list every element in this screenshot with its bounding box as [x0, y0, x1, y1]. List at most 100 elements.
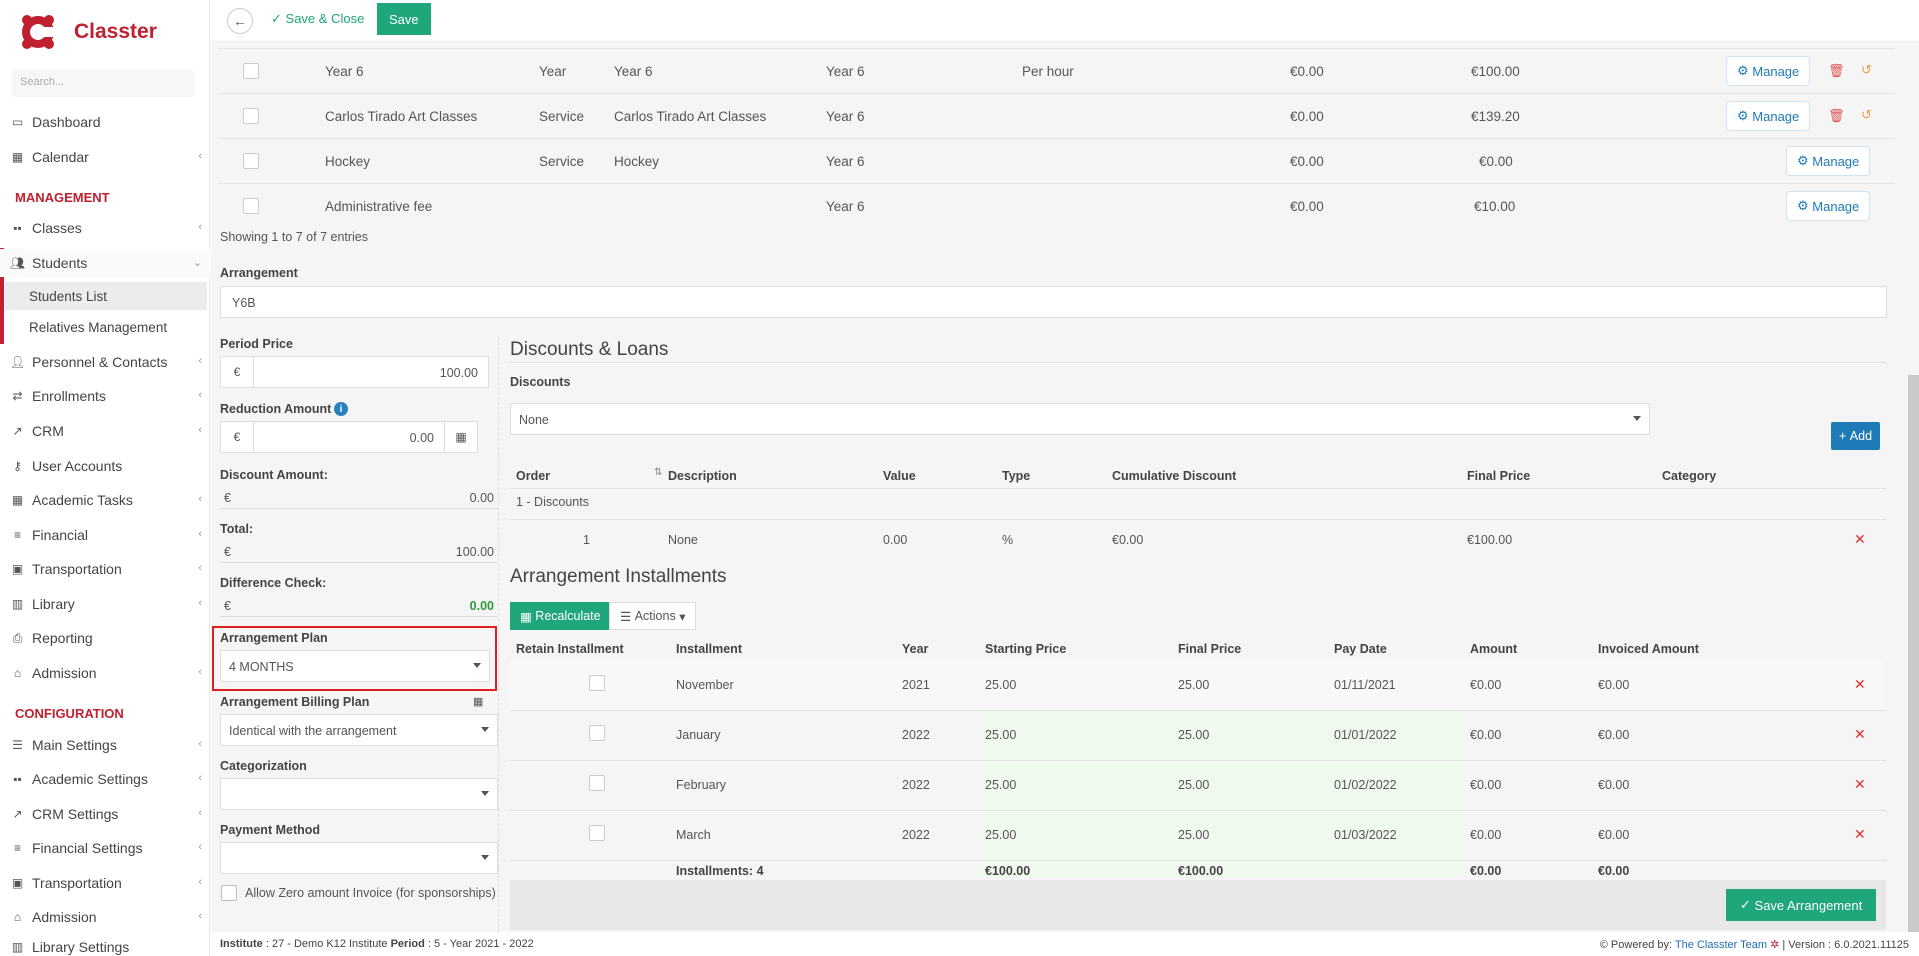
- installment-starting-price[interactable]: 25.00: [985, 728, 1016, 742]
- installment-final-price[interactable]: 25.00: [1178, 678, 1209, 692]
- installment-final-price[interactable]: 25.00: [1178, 778, 1209, 792]
- sidebar-item-library[interactable]: ▥ Library ‹: [0, 590, 210, 618]
- sidebar-item-transportation[interactable]: ▣ Transportation ‹: [0, 555, 210, 583]
- installment-pay-date[interactable]: 01/02/2022: [1334, 778, 1397, 792]
- sidebar-item-crm-settings[interactable]: ↗ CRM Settings ‹: [0, 800, 210, 828]
- undo-icon[interactable]: ↺: [1861, 62, 1872, 78]
- scrollbar[interactable]: [1908, 375, 1919, 956]
- remove-installment-icon[interactable]: ✕: [1854, 676, 1866, 693]
- manage-button[interactable]: ⚙ Manage: [1726, 56, 1811, 86]
- sidebar-item-user-accounts[interactable]: ⚷ User Accounts: [0, 452, 210, 480]
- col-type[interactable]: Type: [1002, 469, 1030, 483]
- calculator-icon[interactable]: ▦: [473, 695, 483, 708]
- installment-final-price[interactable]: 25.00: [1178, 728, 1209, 742]
- col-category[interactable]: Category: [1662, 469, 1716, 483]
- installment-final-price[interactable]: 25.00: [1178, 828, 1209, 842]
- sidebar-item-admission[interactable]: ⌂ Admission ‹: [0, 659, 210, 687]
- sidebar-item-main-settings[interactable]: ☰ Main Settings ‹: [0, 731, 210, 759]
- col-final-price[interactable]: Final Price: [1467, 469, 1530, 483]
- remove-discount-icon[interactable]: ✕: [1854, 531, 1866, 548]
- installment-amount: €0.00: [1470, 778, 1502, 792]
- sidebar-item-transportation-settings[interactable]: ▣ Transportation ‹: [0, 869, 210, 897]
- col-value[interactable]: Value: [883, 469, 916, 483]
- sidebar-item-enrollments[interactable]: ⇄ Enrollments ‹: [0, 382, 210, 410]
- recalculate-button[interactable]: ▦ Recalculate: [510, 602, 611, 630]
- arrangement-plan-select[interactable]: 4 MONTHS: [220, 650, 490, 682]
- row-checkbox[interactable]: [243, 63, 259, 79]
- sidebar-item-financial-settings[interactable]: ≡ Financial Settings ‹: [0, 834, 210, 862]
- trash-icon[interactable]: 🗑︎: [1828, 108, 1845, 124]
- row-checkbox[interactable]: [243, 198, 259, 214]
- sidebar-item-students[interactable]: 👥︎ Students ⌄: [0, 249, 210, 277]
- remove-installment-icon[interactable]: ✕: [1854, 826, 1866, 843]
- allow-zero-checkbox[interactable]: [221, 885, 237, 901]
- col-installment[interactable]: Installment: [676, 642, 742, 656]
- col-cumulative[interactable]: Cumulative Discount: [1112, 469, 1236, 483]
- sidebar-item-dashboard[interactable]: ▭ Dashboard: [0, 108, 210, 136]
- discounts-select[interactable]: None: [510, 403, 1650, 435]
- trash-icon[interactable]: 🗑︎: [1828, 63, 1845, 79]
- period-price-input[interactable]: 100.00: [253, 356, 489, 388]
- sidebar-item-academic-settings[interactable]: ▪▪ Academic Settings ‹: [0, 765, 210, 793]
- col-invoiced-amount[interactable]: Invoiced Amount: [1598, 642, 1699, 656]
- actions-dropdown[interactable]: ☰ Actions ▾: [609, 602, 697, 630]
- retain-checkbox[interactable]: [589, 725, 605, 741]
- sidebar-item-classes[interactable]: ▪▪ Classes ‹: [0, 214, 210, 242]
- retain-checkbox[interactable]: [589, 825, 605, 841]
- manage-button[interactable]: ⚙ Manage: [1786, 191, 1871, 221]
- retain-checkbox[interactable]: [589, 675, 605, 691]
- sort-icon[interactable]: ⇅: [654, 467, 662, 478]
- back-button[interactable]: ←: [227, 8, 253, 34]
- cogs-icon: ⚙: [1797, 198, 1809, 213]
- sidebar-item-financial[interactable]: ≡ Financial ‹: [0, 521, 210, 549]
- manage-button[interactable]: ⚙ Manage: [1786, 146, 1871, 176]
- remove-installment-icon[interactable]: ✕: [1854, 776, 1866, 793]
- classter-team-link[interactable]: The Classter Team: [1675, 939, 1767, 951]
- row-checkbox[interactable]: [243, 108, 259, 124]
- col-amount[interactable]: Amount: [1470, 642, 1517, 656]
- sidebar-item-crm[interactable]: ↗ CRM ‹: [0, 417, 210, 445]
- col-starting-price[interactable]: Starting Price: [985, 642, 1066, 656]
- sidebar-item-library-settings[interactable]: ▥ Library Settings: [0, 938, 210, 956]
- installment-starting-price[interactable]: 25.00: [985, 778, 1016, 792]
- col-pay-date[interactable]: Pay Date: [1334, 642, 1387, 656]
- categorization-select[interactable]: [220, 778, 498, 810]
- sidebar-item-reporting[interactable]: ⎙ Reporting: [0, 624, 210, 652]
- save-arrangement-button[interactable]: ✓ Save Arrangement: [1726, 889, 1877, 921]
- remove-installment-icon[interactable]: ✕: [1854, 726, 1866, 743]
- add-discount-button[interactable]: + Add: [1831, 422, 1881, 450]
- info-icon[interactable]: i: [334, 402, 348, 416]
- sidebar-item-academic-tasks[interactable]: ▦ Academic Tasks ‹: [0, 486, 210, 514]
- installment-year: 2022: [902, 728, 930, 742]
- installment-starting-price[interactable]: 25.00: [985, 678, 1016, 692]
- payment-method-select[interactable]: [220, 842, 498, 874]
- col-retain[interactable]: Retain Installment: [516, 642, 624, 656]
- retain-checkbox[interactable]: [589, 775, 605, 791]
- col-order[interactable]: Order: [516, 469, 550, 483]
- manage-button[interactable]: ⚙ Manage: [1726, 101, 1811, 131]
- logo[interactable]: Classter: [18, 10, 208, 54]
- col-final-price[interactable]: Final Price: [1178, 642, 1241, 656]
- save-and-close-button[interactable]: ✓ Save & Close: [271, 11, 364, 27]
- col-description[interactable]: Description: [668, 469, 737, 483]
- calculator-button[interactable]: ▦: [444, 421, 478, 453]
- installment-pay-date[interactable]: 01/01/2022: [1334, 728, 1397, 742]
- row-checkbox[interactable]: [243, 153, 259, 169]
- save-button[interactable]: Save: [377, 3, 431, 35]
- sidebar-subitem-relatives-management[interactable]: Relatives Management: [5, 313, 207, 341]
- sidebar-item-calendar[interactable]: ▦ Calendar ‹: [0, 143, 210, 171]
- sidebar-item-admission-settings[interactable]: ⌂ Admission ‹: [0, 903, 210, 931]
- col-year[interactable]: Year: [902, 642, 928, 656]
- books-icon: ▥: [11, 597, 24, 611]
- sidebar-subitem-students-list[interactable]: Students List: [5, 282, 207, 310]
- sidebar-search-input[interactable]: Search...: [12, 69, 194, 97]
- billing-plan-select[interactable]: Identical with the arrangement: [220, 714, 498, 746]
- installment-pay-date[interactable]: 01/03/2022: [1334, 828, 1397, 842]
- arrangement-input[interactable]: Y6B: [220, 286, 1887, 318]
- installment-starting-price[interactable]: 25.00: [985, 828, 1016, 842]
- installment-pay-date[interactable]: 01/11/2021: [1334, 678, 1396, 692]
- reduction-amount-input[interactable]: 0.00: [253, 421, 445, 453]
- table-row: Administrative fee Year 6 €0.00 €10.00 ⚙…: [219, 183, 1895, 228]
- undo-icon[interactable]: ↺: [1861, 107, 1872, 123]
- sidebar-item-personnel[interactable]: 👤︎ Personnel & Contacts ‹: [0, 348, 210, 376]
